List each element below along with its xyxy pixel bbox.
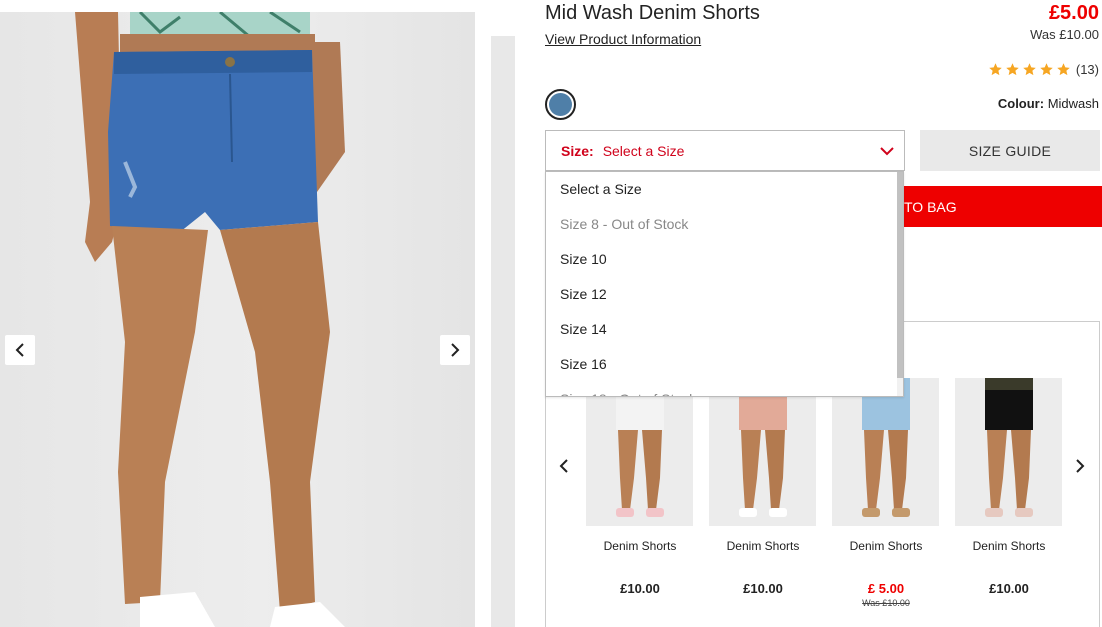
related-product-name[interactable]: Denim Shorts: [709, 539, 817, 553]
size-option[interactable]: Size 14: [546, 312, 903, 347]
size-selected-value: Select a Size: [602, 142, 685, 159]
product-rating[interactable]: (13): [988, 62, 1099, 77]
size-option[interactable]: Size 8 - Out of Stock: [546, 207, 903, 242]
star-icon: [1006, 63, 1019, 76]
related-product-name[interactable]: Denim Shorts: [832, 539, 940, 553]
chevron-left-icon: [559, 459, 568, 473]
related-product-image[interactable]: [832, 378, 939, 526]
next-image-preview: [491, 36, 515, 627]
product-image-gallery: [0, 12, 475, 627]
product-thumbnail: [739, 378, 787, 517]
size-dropdown-list[interactable]: Select a Size Size 8 - Out of Stock Size 1…: [545, 171, 904, 397]
related-product-name[interactable]: Denim Shorts: [955, 539, 1063, 553]
dropdown-scrollbar-thumb[interactable]: [897, 172, 903, 378]
product-title: Mid Wash Denim Shorts: [545, 2, 760, 24]
size-option[interactable]: Size 12: [546, 277, 903, 312]
size-options: Select a Size Size 8 - Out of Stock Size 1…: [546, 172, 903, 396]
related-product-price: £ 5.00: [867, 581, 905, 596]
related-product-price: £10.00: [620, 581, 660, 596]
chevron-down-icon: [880, 147, 894, 156]
colour-swatch-midwash[interactable]: [545, 89, 576, 120]
view-product-information-link[interactable]: View Product Information: [545, 31, 701, 47]
star-icon: [1023, 63, 1036, 76]
product-photo: [75, 12, 345, 627]
product-thumbnail: [616, 378, 664, 517]
related-product-image[interactable]: [955, 378, 1062, 526]
chevron-left-icon: [15, 343, 24, 357]
carousel-prev-button[interactable]: [554, 456, 574, 476]
rating-stars: [988, 62, 1071, 77]
size-select[interactable]: Size: Select a Size: [545, 130, 905, 171]
size-option[interactable]: Size 10: [546, 242, 903, 277]
carousel-next-button[interactable]: [1070, 456, 1090, 476]
related-product-price: £10.00: [989, 581, 1029, 596]
swatch-color-fill: [549, 93, 572, 116]
gallery-prev-button[interactable]: [5, 335, 35, 365]
related-product-price: £10.00: [743, 581, 783, 596]
add-to-bag-button[interactable]: TO BAG: [900, 186, 1102, 227]
star-icon: [1040, 63, 1053, 76]
size-guide-button[interactable]: SIZE GUIDE: [920, 130, 1100, 171]
size-option[interactable]: Size 18 - Out of Stock: [546, 382, 903, 396]
product-thumbnail: [862, 378, 910, 517]
size-option[interactable]: Select a Size: [546, 172, 903, 207]
was-price: Was £10.00: [1030, 27, 1099, 42]
gallery-next-button[interactable]: [440, 335, 470, 365]
rating-count: (13): [1075, 62, 1099, 77]
size-option[interactable]: Size 16: [546, 347, 903, 382]
dropdown-scrollbar[interactable]: [897, 172, 903, 396]
product-page: Mid Wash Denim Shorts View Product Infor…: [0, 0, 1102, 627]
colour-label: Colour:: [997, 96, 1045, 111]
related-product-image[interactable]: [709, 378, 816, 526]
related-product-card[interactable]: Denim Shorts £10.00: [586, 378, 694, 596]
related-product-card[interactable]: Denim Shorts £10.00: [955, 378, 1063, 596]
chevron-right-icon: [1076, 459, 1085, 473]
product-price: £5.00: [1048, 2, 1099, 24]
size-label: Size:: [561, 142, 594, 159]
colour-info: Colour: Midwash: [998, 96, 1099, 111]
related-product-name[interactable]: Denim Shorts: [586, 539, 694, 553]
star-icon: [1057, 63, 1070, 76]
related-product-card[interactable]: Denim Shorts £ 5.00 Was £10.00: [832, 378, 940, 608]
colour-value: Midwash: [1047, 96, 1099, 111]
star-icon: [989, 63, 1002, 76]
related-product-was-price: Was £10.00: [862, 598, 910, 608]
related-product-image[interactable]: [586, 378, 693, 526]
related-product-card[interactable]: Denim Shorts £10.00: [709, 378, 817, 596]
chevron-right-icon: [451, 343, 460, 357]
add-to-bag-label: TO BAG: [904, 198, 957, 215]
product-thumbnail: [985, 378, 1033, 517]
